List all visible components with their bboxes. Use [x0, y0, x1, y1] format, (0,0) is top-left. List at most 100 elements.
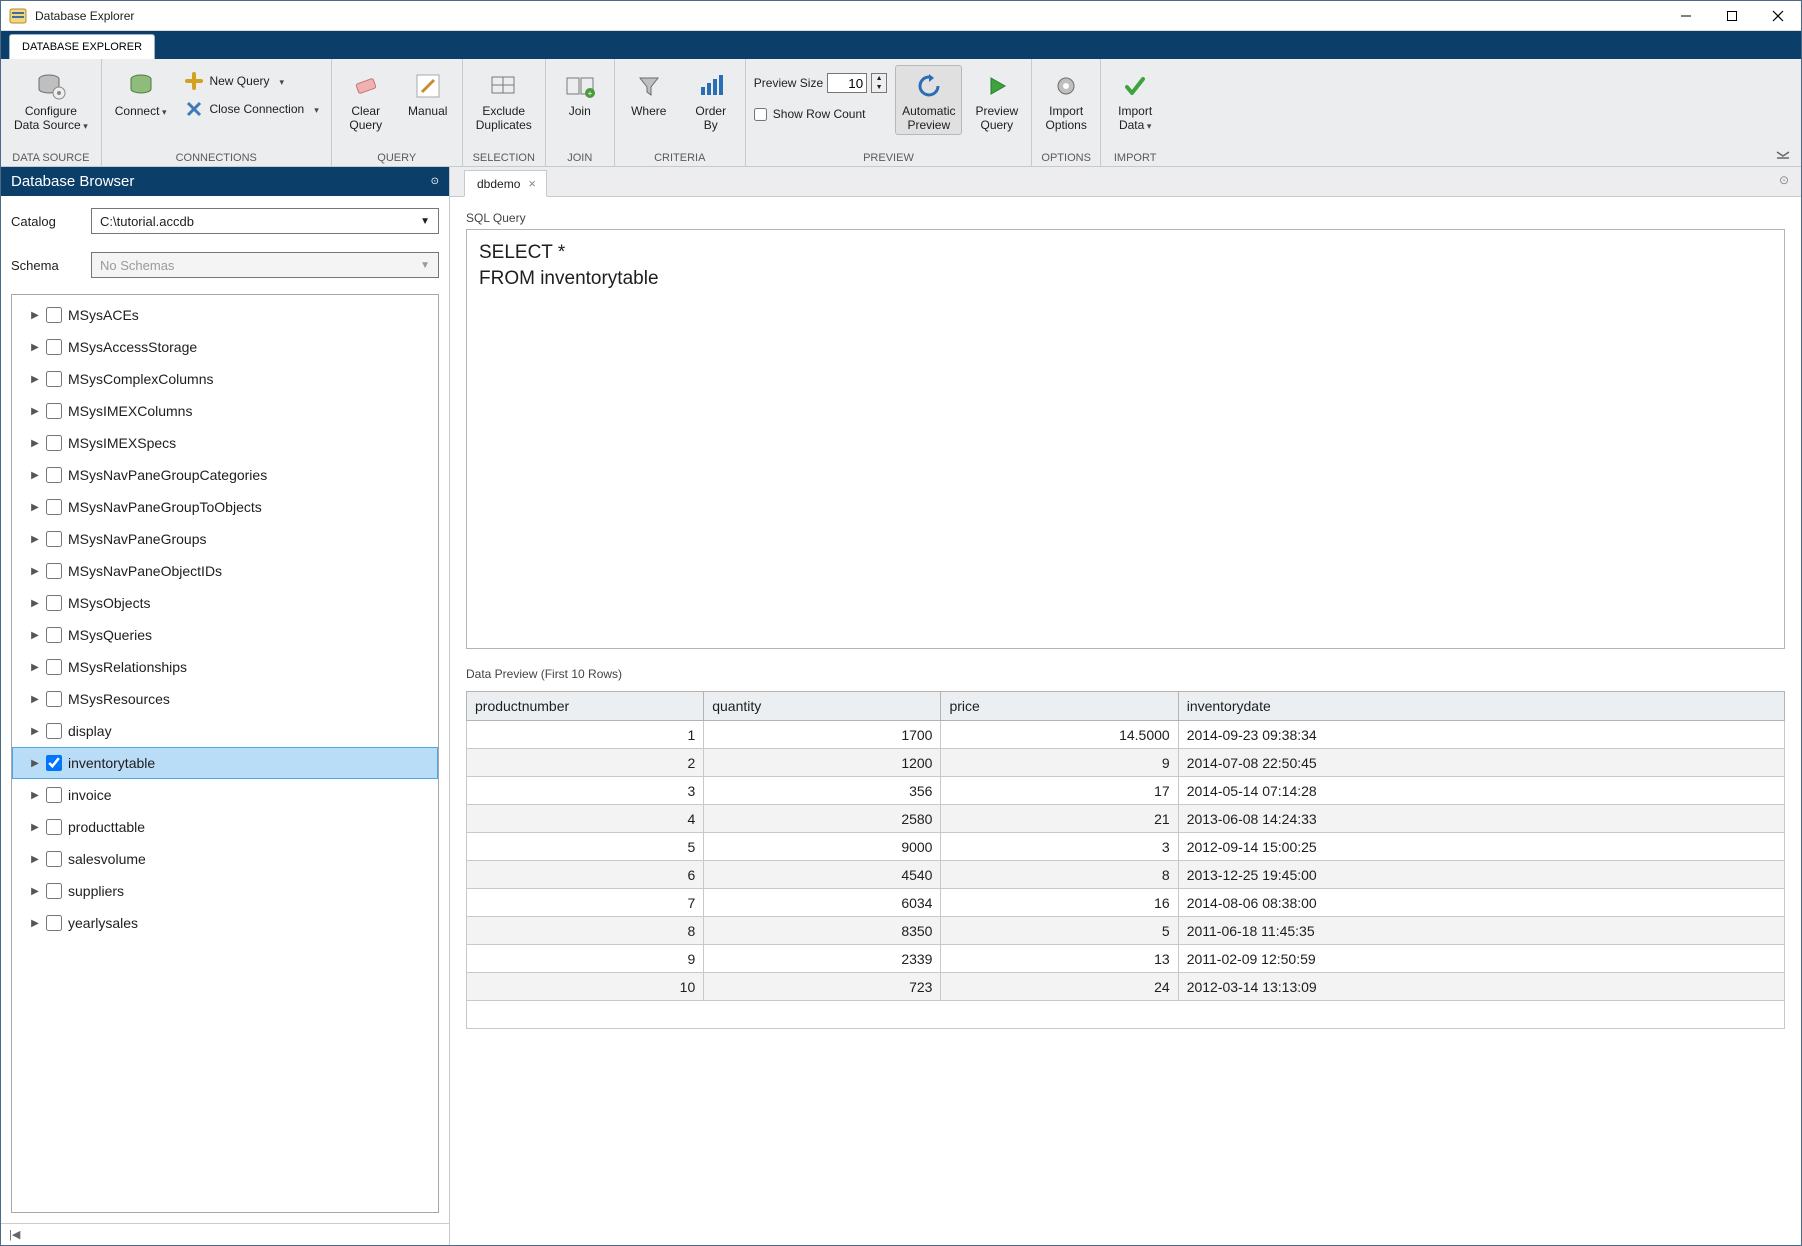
expand-icon[interactable]: ▶: [30, 726, 40, 737]
table-checkbox[interactable]: [46, 435, 62, 451]
expand-icon[interactable]: ▶: [30, 310, 40, 321]
table-checkbox[interactable]: [46, 883, 62, 899]
table-cell[interactable]: 2014-05-14 07:14:28: [1178, 777, 1784, 805]
table-tree-item[interactable]: ▶MSysAccessStorage: [12, 331, 438, 363]
table-row[interactable]: 5900032012-09-14 15:00:25: [467, 833, 1785, 861]
table-checkbox[interactable]: [46, 691, 62, 707]
table-checkbox[interactable]: [46, 723, 62, 739]
expand-icon[interactable]: ▶: [30, 822, 40, 833]
expand-icon[interactable]: ▶: [30, 598, 40, 609]
table-cell[interactable]: 8350: [704, 917, 941, 945]
table-cell[interactable]: 17: [941, 777, 1178, 805]
expand-icon[interactable]: ▶: [30, 790, 40, 801]
table-row[interactable]: 3356172014-05-14 07:14:28: [467, 777, 1785, 805]
table-cell[interactable]: 21: [941, 805, 1178, 833]
table-tree-item[interactable]: ▶MSysIMEXColumns: [12, 395, 438, 427]
table-cell[interactable]: 8: [467, 917, 704, 945]
table-cell[interactable]: 2013-06-08 14:24:33: [1178, 805, 1784, 833]
table-tree-item[interactable]: ▶invoice: [12, 779, 438, 811]
table-cell[interactable]: 9: [467, 945, 704, 973]
table-cell[interactable]: 2013-12-25 19:45:00: [1178, 861, 1784, 889]
preview-query-button[interactable]: Preview Query: [968, 65, 1025, 135]
table-checkbox[interactable]: [46, 755, 62, 771]
table-cell[interactable]: 5: [941, 917, 1178, 945]
table-row[interactable]: 76034162014-08-06 08:38:00: [467, 889, 1785, 917]
table-checkbox[interactable]: [46, 531, 62, 547]
table-tree-item[interactable]: ▶MSysNavPaneGroupToObjects: [12, 491, 438, 523]
expand-icon[interactable]: ▶: [30, 630, 40, 641]
expand-icon[interactable]: ▶: [30, 502, 40, 513]
collapse-ribbon-button[interactable]: [1775, 150, 1791, 160]
table-cell[interactable]: 2011-02-09 12:50:59: [1178, 945, 1784, 973]
app-tab-database-explorer[interactable]: DATABASE EXPLORER: [9, 34, 155, 59]
column-header[interactable]: quantity: [704, 692, 941, 721]
table-tree-item[interactable]: ▶MSysComplexColumns: [12, 363, 438, 395]
automatic-preview-button[interactable]: Automatic Preview: [895, 65, 962, 135]
table-cell[interactable]: 2012-03-14 13:13:09: [1178, 973, 1784, 1001]
expand-icon[interactable]: ▶: [30, 758, 40, 769]
table-checkbox[interactable]: [46, 499, 62, 515]
table-cell[interactable]: 2012-09-14 15:00:25: [1178, 833, 1784, 861]
table-tree-item[interactable]: ▶salesvolume: [12, 843, 438, 875]
table-cell[interactable]: 1: [467, 721, 704, 749]
table-row[interactable]: 8835052011-06-18 11:45:35: [467, 917, 1785, 945]
table-cell[interactable]: 13: [941, 945, 1178, 973]
sql-editor[interactable]: SELECT * FROM inventorytable: [466, 229, 1785, 649]
table-tree-item[interactable]: ▶yearlysales: [12, 907, 438, 939]
table-cell[interactable]: 14.5000: [941, 721, 1178, 749]
table-cell[interactable]: 723: [704, 973, 941, 1001]
table-tree-item[interactable]: ▶MSysRelationships: [12, 651, 438, 683]
expand-icon[interactable]: ▶: [30, 854, 40, 865]
expand-icon[interactable]: ▶: [30, 374, 40, 385]
table-cell[interactable]: 2: [467, 749, 704, 777]
table-tree-item[interactable]: ▶display: [12, 715, 438, 747]
import-options-button[interactable]: Import Options: [1038, 65, 1094, 135]
table-checkbox[interactable]: [46, 371, 62, 387]
table-checkbox[interactable]: [46, 627, 62, 643]
table-checkbox[interactable]: [46, 339, 62, 355]
close-button[interactable]: [1755, 1, 1801, 31]
data-preview-grid[interactable]: productnumberquantitypriceinventorydate …: [466, 691, 1785, 1029]
expand-icon[interactable]: ▶: [30, 438, 40, 449]
expand-icon[interactable]: ▶: [30, 406, 40, 417]
footer-nav-icon[interactable]: |◀: [9, 1228, 20, 1241]
document-tab-dbdemo[interactable]: dbdemo ×: [464, 170, 547, 197]
table-cell[interactable]: 2580: [704, 805, 941, 833]
table-tree-item[interactable]: ▶MSysObjects: [12, 587, 438, 619]
new-query-button[interactable]: New Query: [179, 69, 324, 93]
table-cell[interactable]: 2014-09-23 09:38:34: [1178, 721, 1784, 749]
schema-combo[interactable]: No Schemas ▼: [91, 252, 439, 278]
table-tree-item[interactable]: ▶MSysNavPaneGroupCategories: [12, 459, 438, 491]
table-checkbox[interactable]: [46, 467, 62, 483]
table-row[interactable]: 6454082013-12-25 19:45:00: [467, 861, 1785, 889]
preview-size-input[interactable]: [827, 73, 867, 93]
clear-query-button[interactable]: Clear Query: [338, 65, 394, 135]
expand-icon[interactable]: ▶: [30, 342, 40, 353]
join-button[interactable]: + Join: [552, 65, 608, 121]
table-tree-item[interactable]: ▶suppliers: [12, 875, 438, 907]
import-data-button[interactable]: Import Data: [1107, 65, 1163, 136]
expand-icon[interactable]: ▶: [30, 566, 40, 577]
table-checkbox[interactable]: [46, 403, 62, 419]
table-cell[interactable]: 3: [941, 833, 1178, 861]
expand-icon[interactable]: ▶: [30, 694, 40, 705]
document-options-icon[interactable]: ⊙: [1779, 173, 1789, 187]
preview-size-spinner[interactable]: ▲▼: [871, 73, 887, 93]
column-header[interactable]: inventorydate: [1178, 692, 1784, 721]
show-row-count-checkbox[interactable]: [754, 108, 767, 121]
expand-icon[interactable]: ▶: [30, 918, 40, 929]
table-tree-item[interactable]: ▶producttable: [12, 811, 438, 843]
expand-icon[interactable]: ▶: [30, 470, 40, 481]
table-cell[interactable]: 24: [941, 973, 1178, 1001]
table-cell[interactable]: 1700: [704, 721, 941, 749]
connect-button[interactable]: Connect: [108, 65, 174, 122]
configure-data-source-button[interactable]: Configure Data Source: [7, 65, 95, 136]
table-cell[interactable]: 4540: [704, 861, 941, 889]
table-tree-item[interactable]: ▶MSysIMEXSpecs: [12, 427, 438, 459]
table-checkbox[interactable]: [46, 595, 62, 611]
table-cell[interactable]: 2011-06-18 11:45:35: [1178, 917, 1784, 945]
table-checkbox[interactable]: [46, 851, 62, 867]
table-cell[interactable]: 2339: [704, 945, 941, 973]
panel-collapse-icon[interactable]: ⊙: [431, 176, 439, 187]
table-checkbox[interactable]: [46, 915, 62, 931]
